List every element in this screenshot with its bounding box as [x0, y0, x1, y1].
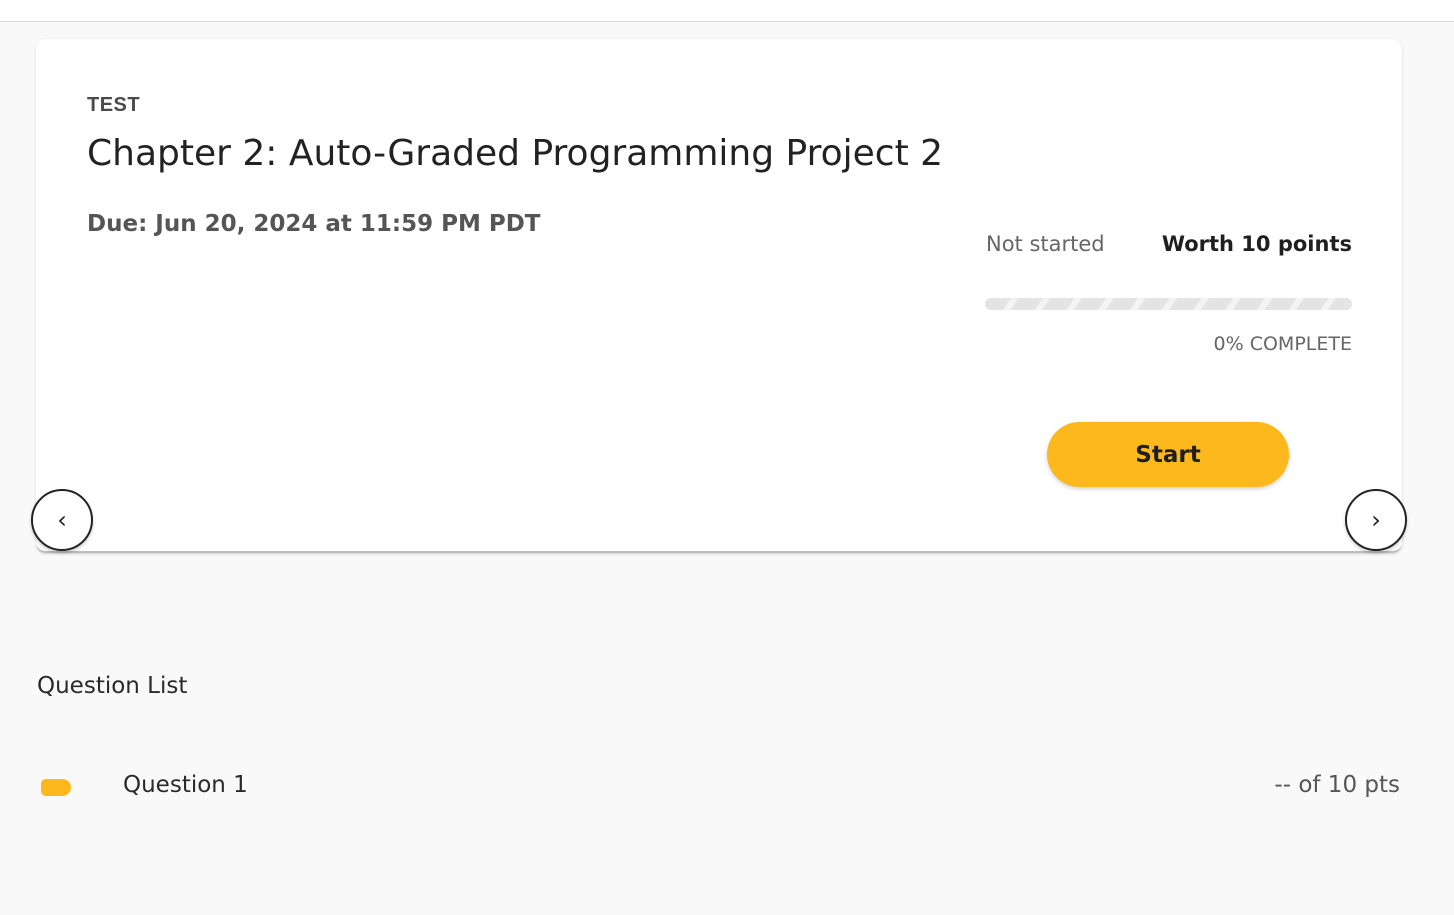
chevron-right-icon: › — [1371, 506, 1381, 534]
due-date: Due: Jun 20, 2024 at 11:59 PM PDT — [87, 211, 541, 237]
previous-button[interactable]: ‹ — [31, 489, 93, 551]
question-score: -- of 10 pts — [1274, 772, 1400, 798]
question-list-heading: Question List — [37, 673, 188, 699]
tag-icon — [41, 779, 71, 796]
status-text: Not started — [986, 232, 1105, 256]
next-button[interactable]: › — [1345, 489, 1407, 551]
chevron-left-icon: ‹ — [57, 506, 67, 534]
progress-label: 0% COMPLETE — [1213, 333, 1352, 355]
points-worth: Worth 10 points — [1161, 232, 1352, 256]
question-label[interactable]: Question 1 — [123, 772, 248, 798]
assignment-type-label: TEST — [87, 94, 141, 116]
top-bar — [0, 0, 1454, 22]
progress-bar — [985, 298, 1352, 310]
question-row[interactable]: Question 1 -- of 10 pts — [37, 760, 1402, 816]
assignment-card: TEST Chapter 2: Auto-Graded Programming … — [36, 39, 1402, 553]
assignment-title: Chapter 2: Auto-Graded Programming Proje… — [87, 133, 944, 174]
start-button[interactable]: Start — [1047, 422, 1289, 487]
